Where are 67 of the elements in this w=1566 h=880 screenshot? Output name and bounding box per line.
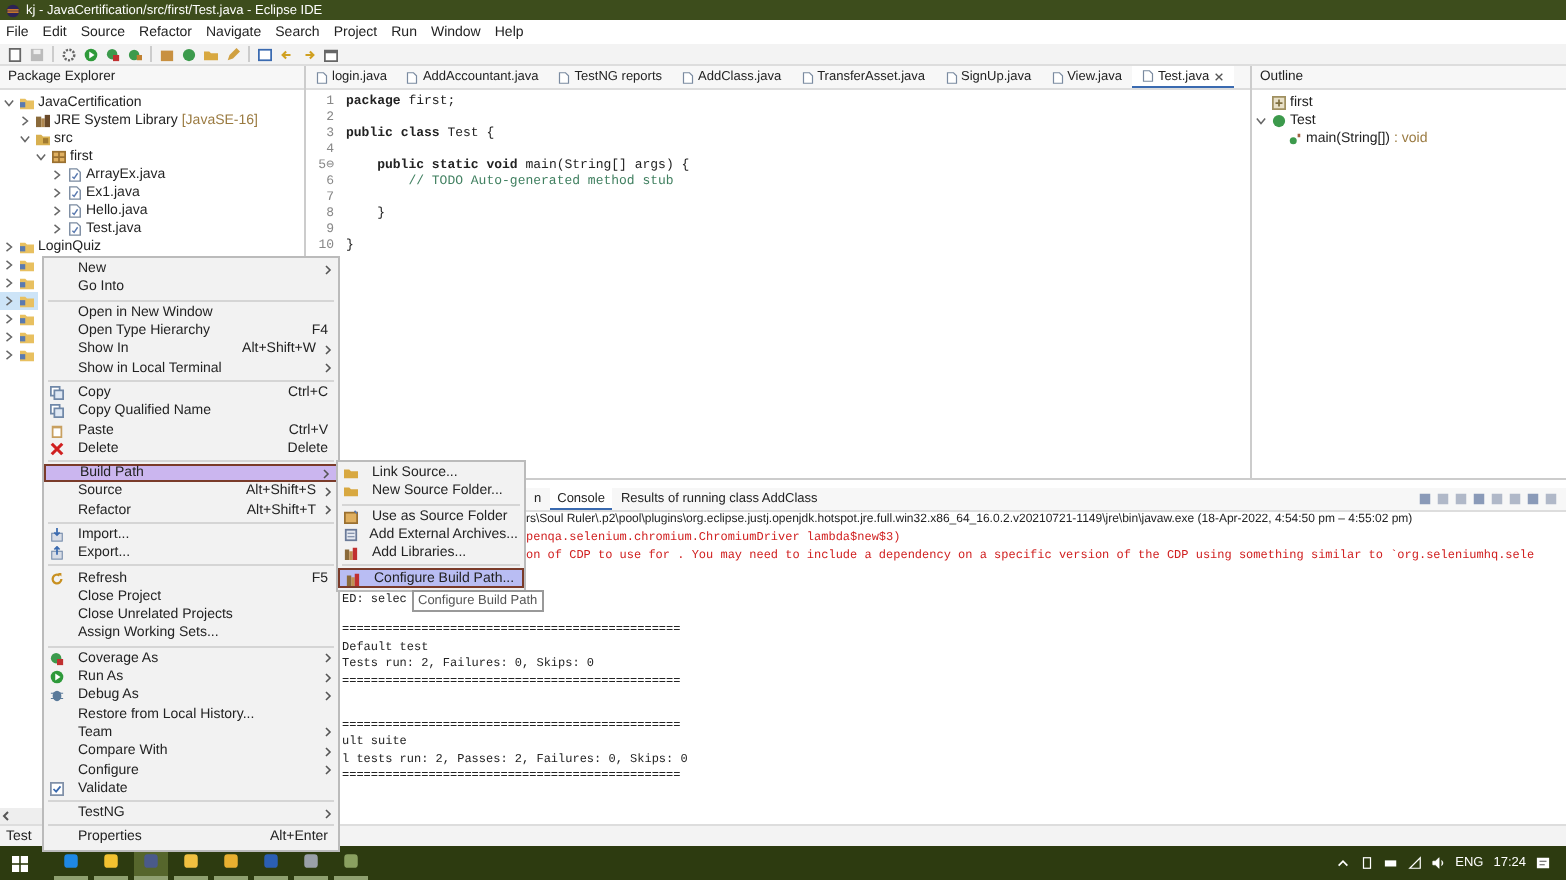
checkbox-icon	[50, 781, 64, 796]
battery-icon[interactable]	[1383, 856, 1398, 870]
project-folder-icon	[20, 312, 34, 326]
tree-item[interactable]	[0, 328, 38, 346]
export-icon	[50, 546, 64, 561]
class-icon	[1272, 114, 1286, 128]
app-icon	[182, 852, 200, 870]
notification-icon[interactable]	[1536, 856, 1550, 870]
java-file-icon	[945, 71, 958, 83]
project-folder-icon	[20, 96, 34, 110]
app-icon	[222, 852, 240, 870]
tree-item[interactable]	[0, 292, 38, 310]
library-icon	[346, 571, 360, 586]
import-icon	[50, 528, 64, 542]
tree-item[interactable]	[0, 256, 38, 274]
java-file-icon	[1141, 70, 1154, 82]
app-icon	[142, 852, 160, 870]
project-folder-icon	[20, 240, 34, 254]
clipboard-icon	[50, 423, 64, 438]
import-declaration-icon	[1272, 96, 1286, 110]
start-icon[interactable]	[12, 855, 28, 871]
app-icon	[342, 852, 360, 870]
source-folder-icon	[36, 132, 50, 146]
coverage-icon[interactable]	[106, 47, 120, 61]
java-file-icon	[68, 222, 82, 236]
project-folder-icon	[20, 276, 34, 290]
method-icon	[1288, 132, 1302, 146]
java-file-icon	[682, 71, 695, 83]
java-file-icon	[68, 204, 82, 218]
archive-icon	[344, 528, 358, 543]
java-file-icon	[68, 186, 82, 200]
app-icon	[262, 852, 280, 870]
refresh-icon	[50, 571, 64, 586]
gear-icon[interactable]	[62, 47, 76, 61]
new-file-icon[interactable]	[8, 47, 22, 61]
scroll-left-icon[interactable]	[0, 810, 12, 822]
java-file-icon	[558, 71, 571, 83]
project-folder-icon	[20, 348, 34, 362]
network-icon[interactable]	[1407, 856, 1422, 870]
caret-up-icon[interactable]	[1335, 856, 1350, 870]
java-file-icon	[801, 71, 814, 83]
project-folder-icon	[20, 258, 34, 272]
tree-item[interactable]	[0, 310, 38, 328]
tree-item[interactable]	[0, 346, 38, 364]
close-icon[interactable]	[1213, 71, 1224, 81]
speaker-icon[interactable]	[1431, 856, 1446, 870]
java-file-icon	[406, 71, 419, 83]
project-folder-icon	[20, 330, 34, 344]
run-icon	[50, 670, 64, 685]
device-icon[interactable]	[1359, 856, 1374, 870]
tree-item[interactable]	[0, 274, 38, 292]
java-file-icon	[1051, 71, 1064, 83]
app-icon	[62, 852, 80, 870]
package-icon	[52, 150, 66, 164]
app-icon	[102, 852, 120, 870]
bug-icon	[50, 688, 64, 703]
run-icon[interactable]	[84, 47, 98, 61]
java-file-icon	[68, 168, 82, 182]
app-icon	[302, 852, 320, 870]
app-logo-icon	[6, 3, 20, 17]
library-icon	[36, 114, 50, 128]
coverage-icon	[50, 651, 64, 666]
package-icon	[344, 509, 358, 524]
project-folder-icon	[20, 294, 34, 308]
java-file-icon	[316, 71, 328, 83]
library-icon	[344, 546, 358, 561]
delete-icon	[50, 441, 64, 456]
